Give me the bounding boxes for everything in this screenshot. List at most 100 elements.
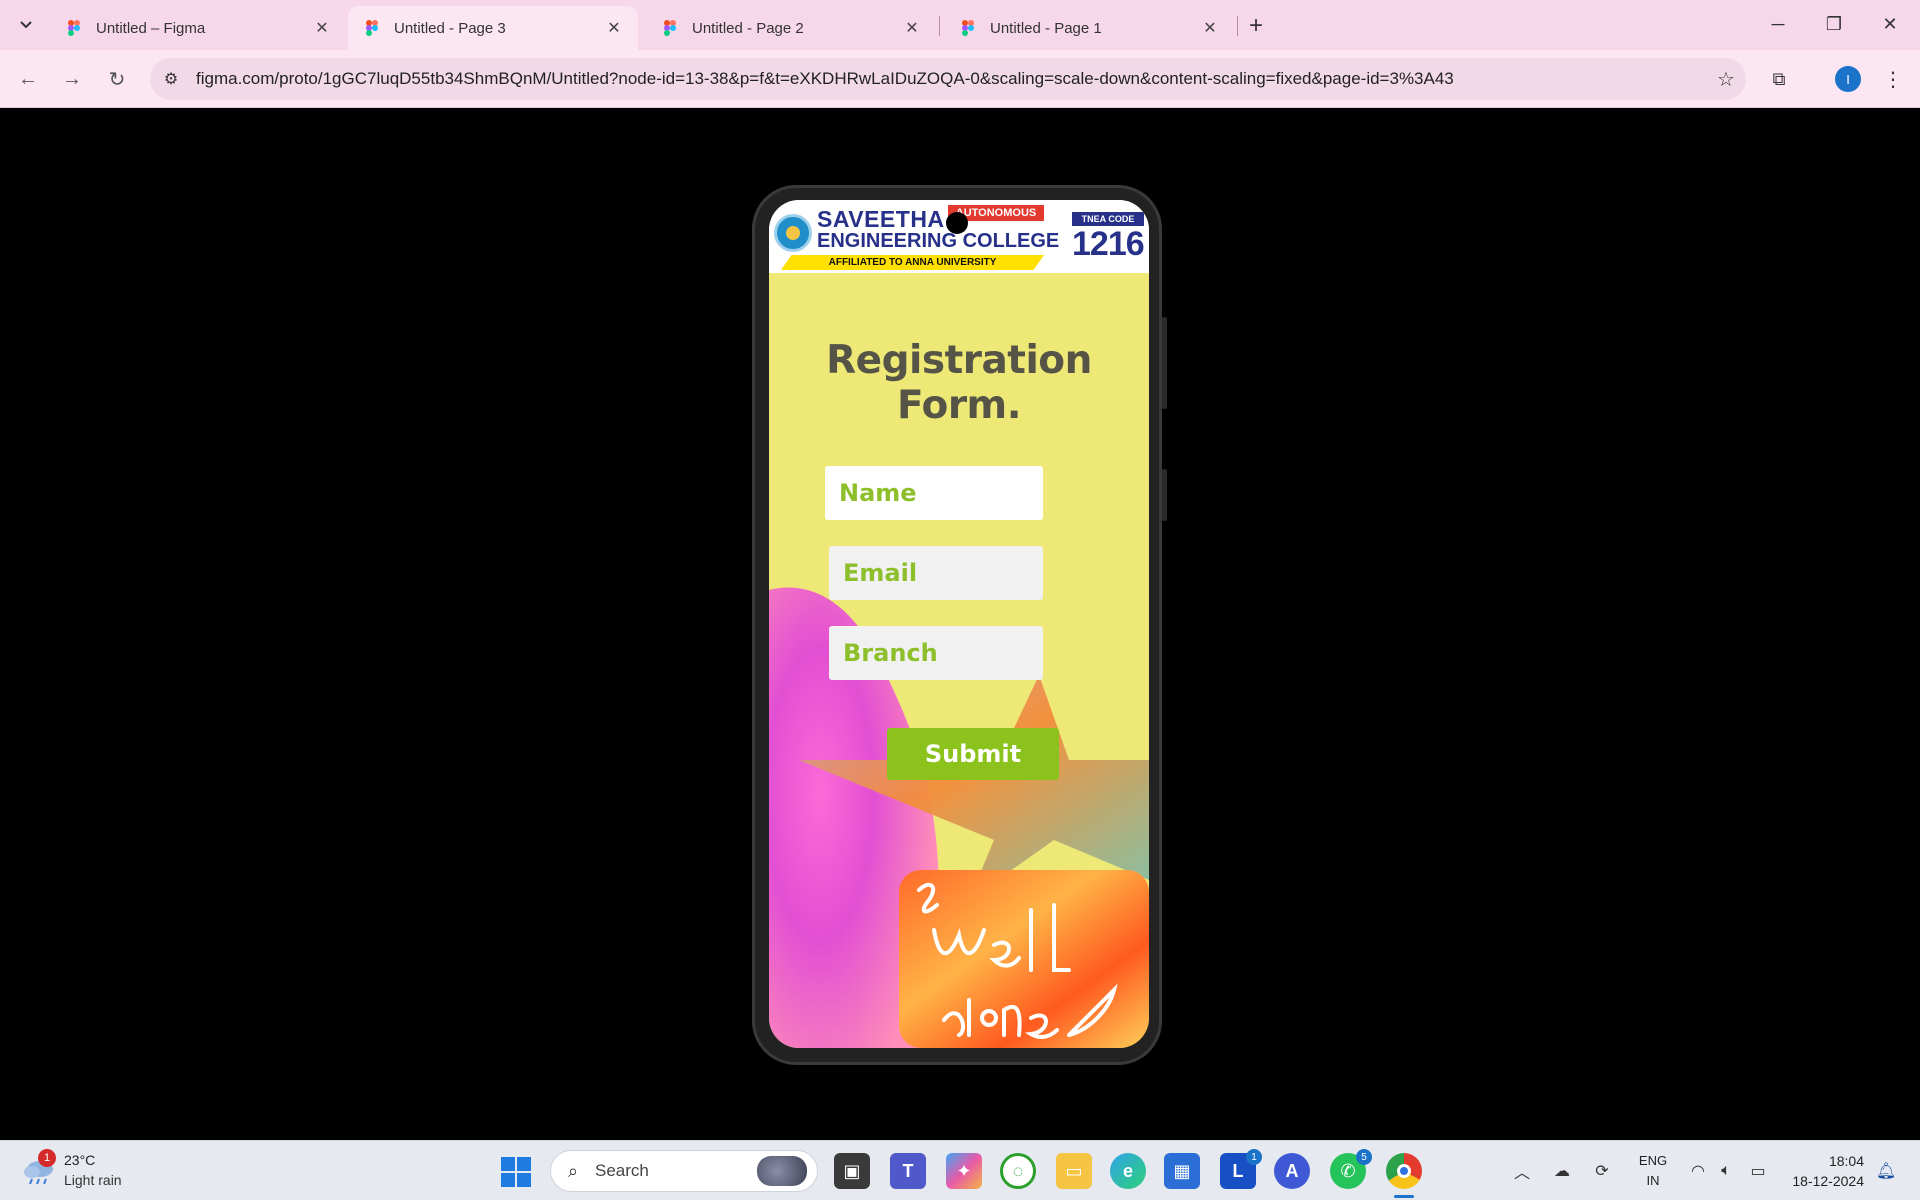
green-ring-app-icon[interactable]: ◌ <box>1000 1153 1036 1189</box>
name-field[interactable]: Name <box>825 466 1043 520</box>
college-logo-icon <box>774 214 812 252</box>
plus-icon: + <box>1248 12 1263 39</box>
browser-toolbar: ← → ↻ ⚙ figma.com/proto/1gGC7luqD55tb34S… <box>0 50 1920 108</box>
edge-icon[interactable]: e <box>1110 1153 1146 1189</box>
figma-icon <box>962 20 974 36</box>
phone-frame: SAVEETHA AUTONOMOUS ENGINEERING COLLEGE … <box>752 185 1162 1065</box>
language-indicator[interactable]: ENG IN <box>1636 1151 1670 1191</box>
site-settings-icon[interactable]: ⚙ <box>150 69 192 89</box>
weather-temperature[interactable]: 23°C <box>64 1152 95 1168</box>
page-title: Registration Form. <box>826 338 1092 428</box>
restore-icon: ❐ <box>1825 13 1843 34</box>
copilot-icon[interactable]: ✦ <box>946 1153 982 1189</box>
teams-icon[interactable]: T <box>890 1153 926 1189</box>
close-icon: ✕ <box>1882 13 1898 34</box>
tab-separator <box>1237 16 1238 36</box>
tab-title: Untitled - Page 2 <box>692 19 804 37</box>
task-view-icon[interactable]: ▣ <box>834 1153 870 1189</box>
a-app-icon[interactable]: A <box>1274 1153 1310 1189</box>
search-icon: ⌕ <box>567 1160 579 1181</box>
college-name-line2: ENGINEERING COLLEGE <box>817 230 1060 252</box>
reload-icon: ↻ <box>108 68 126 91</box>
tab-title: Untitled – Figma <box>96 19 206 37</box>
tab-title: Untitled - Page 3 <box>394 19 506 37</box>
microsoft-store-icon[interactable]: ▦ <box>1164 1153 1200 1189</box>
close-icon[interactable]: ✕ <box>604 18 624 38</box>
more-vertical-icon: ⋮ <box>1883 68 1903 91</box>
arrow-left-icon: ← <box>18 67 38 90</box>
file-explorer-icon[interactable]: ▭ <box>1056 1153 1092 1189</box>
new-tab-button[interactable]: + <box>1242 12 1270 40</box>
address-bar[interactable]: ⚙ figma.com/proto/1gGC7luqD55tb34ShmBQnM… <box>150 58 1746 100</box>
tnea-code: 1216 <box>1072 225 1145 263</box>
college-header-banner: SAVEETHA AUTONOMOUS ENGINEERING COLLEGE … <box>769 200 1149 273</box>
chevron-down-icon <box>20 21 32 29</box>
search-highlight-image <box>757 1156 807 1186</box>
weather-description[interactable]: Light rain <box>64 1172 122 1188</box>
clock-time: 18:04 <box>1828 1153 1864 1169</box>
tab-page-2[interactable]: Untitled - Page 2 ✕ <box>646 6 936 50</box>
figma-icon <box>664 20 676 36</box>
weather-alert-badge: 1 <box>38 1149 56 1167</box>
figma-icon <box>68 20 80 36</box>
tab-page-3[interactable]: Untitled - Page 3 ✕ <box>348 6 638 50</box>
phone-volume-button <box>1162 317 1167 409</box>
volume-icon[interactable]: 🔈︎ <box>1714 1159 1738 1183</box>
restore-button[interactable]: ❐ <box>1814 8 1854 40</box>
close-window-button[interactable]: ✕ <box>1870 8 1910 40</box>
profile-avatar[interactable]: I <box>1835 66 1861 92</box>
phone-screen: SAVEETHA AUTONOMOUS ENGINEERING COLLEGE … <box>769 200 1149 1048</box>
tab-figma[interactable]: Untitled – Figma ✕ <box>50 6 346 50</box>
windows-start-icon[interactable] <box>500 1156 532 1188</box>
system-clock[interactable]: 18:04 18-12-2024 <box>1784 1151 1864 1191</box>
back-button[interactable]: ← <box>12 63 44 95</box>
windows-taskbar: 1 23°C Light rain ⌕ Search ▣ T ✦ ◌ ▭ e ▦… <box>0 1140 1920 1200</box>
background-artwork <box>769 587 1149 1048</box>
tab-separator <box>939 16 940 36</box>
extensions-button[interactable]: ⧉ <box>1764 64 1794 94</box>
tab-search-button[interactable] <box>12 11 40 39</box>
notification-badge: 5 <box>1356 1149 1372 1165</box>
sync-icon[interactable]: ⟳ <box>1590 1159 1614 1183</box>
onedrive-icon[interactable]: ☁ <box>1550 1159 1574 1183</box>
url-text[interactable]: figma.com/proto/1gGC7luqD55tb34ShmBQnM/U… <box>192 69 1706 89</box>
close-icon[interactable]: ✕ <box>312 18 332 38</box>
tab-page-1[interactable]: Untitled - Page 1 ✕ <box>944 6 1234 50</box>
browser-tab-strip: Untitled – Figma ✕ Untitled - Page 3 ✕ U… <box>0 0 1920 50</box>
tab-title: Untitled - Page 1 <box>990 19 1102 37</box>
branch-field[interactable]: Branch <box>829 626 1043 680</box>
browser-menu-button[interactable]: ⋮ <box>1880 64 1906 94</box>
affiliation-strip: AFFILIATED TO ANNA UNIVERSITY <box>781 255 1044 270</box>
active-app-indicator <box>1394 1195 1414 1198</box>
chrome-icon[interactable] <box>1386 1153 1422 1189</box>
submit-button[interactable]: Submit <box>887 728 1059 780</box>
language-line1: ENG <box>1638 1153 1668 1168</box>
front-camera <box>946 212 968 234</box>
search-label: Search <box>595 1161 649 1180</box>
notification-badge: 1 <box>1246 1149 1262 1165</box>
minimize-icon: ─ <box>1771 13 1785 34</box>
forward-button[interactable]: → <box>56 63 88 95</box>
whatsapp-icon[interactable]: ✆ 5 <box>1330 1149 1372 1189</box>
figma-icon <box>366 20 378 36</box>
taskbar-search[interactable]: ⌕ Search <box>550 1150 818 1192</box>
wifi-icon[interactable]: ◠ <box>1686 1159 1710 1183</box>
minimize-button[interactable]: ─ <box>1758 8 1798 40</box>
notification-bell-icon[interactable]: 🔔︎ <box>1874 1159 1898 1183</box>
chevron-up-icon[interactable]: ︿ <box>1510 1159 1534 1183</box>
language-line2: IN <box>1646 1173 1660 1188</box>
prototype-viewport: SAVEETHA AUTONOMOUS ENGINEERING COLLEGE … <box>0 109 1920 1140</box>
l-app-icon[interactable]: L1 <box>1220 1149 1262 1189</box>
bookmark-star-icon[interactable]: ☆ <box>1706 67 1746 92</box>
clock-date: 18-12-2024 <box>1792 1173 1864 1189</box>
close-icon[interactable]: ✕ <box>1200 18 1220 38</box>
reload-button[interactable]: ↻ <box>101 63 133 95</box>
phone-power-button <box>1162 469 1167 521</box>
tnea-label: TNEA CODE <box>1072 212 1144 226</box>
arrow-right-icon: → <box>62 67 82 90</box>
close-icon[interactable]: ✕ <box>902 18 922 38</box>
battery-icon[interactable]: ▭ <box>1746 1159 1770 1183</box>
email-field[interactable]: Email <box>829 546 1043 600</box>
college-name-line1: SAVEETHA <box>817 206 945 232</box>
puzzle-icon: ⧉ <box>1772 68 1786 89</box>
